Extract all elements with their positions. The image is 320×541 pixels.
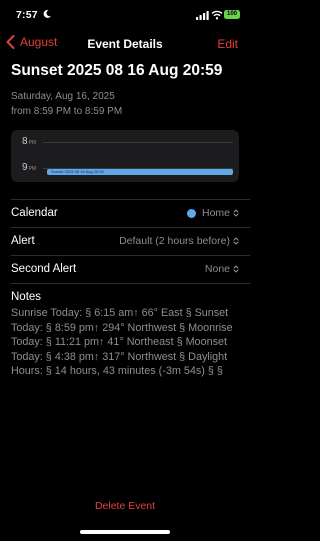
timeline-hour-line (43, 142, 233, 143)
timeline-hour-8-period: PM (28, 140, 37, 146)
delete-event-button[interactable]: Delete Event (0, 500, 250, 512)
edit-button[interactable]: Edit (217, 37, 238, 51)
calendar-label: Calendar (11, 207, 58, 219)
battery-icon: 100 (224, 10, 240, 19)
home-indicator[interactable] (80, 530, 170, 534)
event-title: Sunset 2025 08 16 Aug 20:59 (11, 62, 223, 79)
calendar-color-dot (186, 208, 196, 218)
alert-label: Alert (11, 235, 35, 247)
nav-bar: August Event Details Edit (0, 30, 250, 58)
wifi-icon (211, 10, 223, 20)
day-timeline[interactable]: 8PM 9PM Sunset 2025 08 16 Aug 20:59 (11, 130, 239, 182)
second-alert-value-text: None (204, 263, 230, 275)
divider (11, 283, 250, 284)
second-alert-value: None (205, 263, 239, 275)
alert-value-text: Default (2 hours before) (119, 235, 230, 247)
calendar-value: Home (186, 207, 239, 219)
status-bar: 7:57 100 (0, 0, 250, 30)
calendar-name: Home (201, 207, 230, 219)
event-time-range: from 8:59 PM to 8:59 PM (11, 106, 123, 117)
second-alert-label: Second Alert (11, 263, 77, 275)
timeline-hour-9-period: PM (28, 166, 37, 172)
timeline-hour-8-number: 8 (22, 136, 28, 147)
chevron-up-down-icon (233, 265, 239, 273)
chevron-up-down-icon (233, 237, 239, 245)
moon-icon (43, 9, 51, 18)
notes-text[interactable]: Sunrise Today: § 6:15 am↑ 66° East § Sun… (11, 306, 243, 379)
timeline-hour-9-number: 9 (22, 162, 28, 173)
calendar-row[interactable]: Calendar Home (11, 200, 239, 226)
timeline-event-block[interactable]: Sunset 2025 08 16 Aug 20:59 (47, 169, 233, 175)
notes-label: Notes (11, 291, 42, 303)
timeline-hour-8: 8PM (22, 136, 36, 147)
alert-row[interactable]: Alert Default (2 hours before) (11, 228, 239, 254)
chevron-up-down-icon (233, 209, 239, 217)
alert-value: Default (2 hours before) (119, 235, 239, 247)
timeline-hour-9: 9PM (22, 162, 36, 173)
second-alert-row[interactable]: Second Alert None (11, 256, 239, 282)
page-title: Event Details (87, 37, 163, 51)
status-time: 7:57 (16, 9, 38, 21)
signal-icon (196, 11, 209, 20)
event-date: Saturday, Aug 16, 2025 (11, 91, 115, 102)
